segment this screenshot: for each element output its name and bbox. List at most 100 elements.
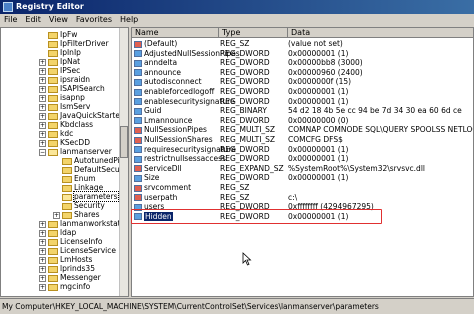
value-row[interactable]: Size REG_DWORD 0x00000001 (1) — [132, 173, 473, 182]
value-row[interactable]: users REG_DWORD 0xffffffff (4294967295) — [132, 202, 473, 211]
title-bar: Registry Editor — [0, 0, 474, 14]
value-row[interactable]: srvcomment REG_SZ — [132, 183, 473, 192]
expand-icon[interactable]: + — [39, 247, 46, 255]
expand-icon[interactable]: + — [39, 229, 46, 237]
value-row[interactable]: anndelta REG_DWORD 0x00000bb8 (3000) — [132, 58, 473, 67]
binary-value-icon — [134, 50, 142, 58]
scrollbar-thumb[interactable] — [120, 126, 128, 158]
collapse-icon[interactable]: − — [39, 148, 46, 156]
tree-item[interactable]: + IPSec — [39, 66, 80, 75]
tree-item[interactable]: Linkage — [53, 183, 103, 192]
tree-item[interactable]: + KSecDD — [39, 138, 90, 147]
value-row[interactable]: restrictnullsessaccess REG_DWORD 0x0000000… — [132, 154, 473, 163]
expand-icon[interactable]: + — [39, 265, 46, 273]
tree-item[interactable]: + ldap — [39, 228, 76, 237]
tree-item[interactable]: IpFilterDriver — [39, 39, 109, 48]
expand-icon[interactable]: + — [39, 283, 46, 291]
value-name: srvcomment — [144, 183, 192, 192]
expand-icon[interactable]: + — [39, 103, 46, 111]
tree-scrollbar[interactable] — [119, 28, 128, 296]
value-row[interactable]: NullSessionShares REG_MULTI_SZ COMCFG DFS$ — [132, 135, 473, 144]
value-data: (value not set) — [288, 39, 343, 48]
value-row[interactable]: ServiceDll REG_EXPAND_SZ %SystemRoot%\Syst… — [132, 164, 473, 173]
menu-edit[interactable]: Edit — [21, 14, 45, 26]
tree-item[interactable]: + IpNat — [39, 57, 80, 66]
tree-item[interactable]: + ISAPISearch — [39, 84, 105, 93]
menu-favorites[interactable]: Favorites — [72, 14, 116, 26]
tree-item[interactable]: Security — [53, 201, 105, 210]
menu-help[interactable]: Help — [116, 14, 142, 26]
tree-item-label: isapnp — [60, 93, 85, 102]
value-name: enableforcedlogoff — [144, 87, 215, 96]
tree-item[interactable]: − lanmanserver — [39, 147, 112, 156]
column-header-data[interactable]: Data — [288, 28, 473, 38]
expand-icon[interactable]: + — [39, 139, 46, 147]
expand-icon[interactable]: + — [39, 130, 46, 138]
tree-item[interactable]: + lprinds35 — [39, 264, 95, 273]
expand-icon[interactable]: + — [39, 238, 46, 246]
menu-file[interactable]: File — [0, 14, 21, 26]
expand-icon[interactable]: + — [39, 85, 46, 93]
value-row[interactable]: requiresecuritysignature REG_DWORD 0x00000… — [132, 145, 473, 154]
menu-view[interactable]: View — [45, 14, 72, 26]
expand-icon[interactable]: + — [39, 112, 46, 120]
expand-icon[interactable]: + — [39, 67, 46, 75]
value-type: REG_SZ — [220, 192, 250, 202]
tree-item[interactable]: + LicenseInfo — [39, 237, 102, 246]
expand-icon[interactable]: + — [39, 76, 46, 84]
value-name-cell: userpath — [134, 193, 218, 202]
value-row[interactable]: userpath REG_SZ c:\ — [132, 193, 473, 202]
key-tree-pane[interactable]: IpFw IpFilterDriver IpInIp + IpNat + IPSec + ips… — [0, 27, 129, 297]
tree-item[interactable]: + Kbdclass — [39, 120, 93, 129]
value-type: REG_DWORD — [220, 77, 270, 87]
expand-icon[interactable]: + — [39, 274, 46, 282]
value-row[interactable]: (Default) REG_SZ (value not set) — [132, 39, 473, 48]
tree-item[interactable]: + ipsraidn — [39, 75, 90, 84]
value-row[interactable]: announce REG_DWORD 0x00000960 (2400) — [132, 68, 473, 77]
tree-item-label: lanmanworkstati — [60, 219, 123, 228]
expand-icon[interactable]: + — [39, 256, 46, 264]
folder-icon — [48, 220, 58, 228]
value-row[interactable]: enableforcedlogoff REG_DWORD 0x00000001 (1… — [132, 87, 473, 96]
expand-icon[interactable]: + — [39, 121, 46, 129]
tree-item[interactable]: + LmHosts — [39, 255, 92, 264]
tree-item-label: LicenseInfo — [60, 237, 103, 246]
expand-icon[interactable]: + — [53, 211, 60, 219]
tree-item[interactable]: parameters — [53, 191, 119, 202]
expand-icon[interactable]: + — [39, 58, 46, 66]
value-name: userpath — [144, 192, 178, 202]
tree-item[interactable]: + JavaQuickStarte — [39, 111, 120, 120]
tree-item[interactable]: + isapnp — [39, 93, 85, 102]
value-row[interactable]: autodisconnect REG_DWORD 0x0000000f (15) — [132, 77, 473, 86]
tree-item[interactable]: IpFw — [39, 30, 77, 39]
tree-item[interactable]: + Messenger — [39, 273, 101, 282]
value-row[interactable]: AdjustedNullSessionPipes REG_DWORD 0x00000… — [132, 49, 473, 58]
tree-item[interactable]: + mgcinfo — [39, 282, 90, 291]
tree-item[interactable]: DefaultSecur — [53, 165, 123, 174]
expand-icon[interactable]: + — [39, 220, 46, 228]
tree-item[interactable]: + kdc — [39, 129, 73, 138]
value-name-cell: srvcomment — [134, 183, 218, 192]
tree-item[interactable]: + LicenseService — [39, 246, 116, 255]
value-type: REG_DWORD — [220, 87, 270, 96]
value-row[interactable]: Guid REG_BINARY 54 d2 18 4b 5e cc 94 be 7d… — [132, 106, 473, 115]
tree-item[interactable]: IpInIp — [39, 48, 81, 57]
values-list-pane[interactable]: Name Type Data (Default) REG_SZ (value not… — [131, 27, 474, 297]
column-header-type[interactable]: Type — [219, 28, 288, 38]
tree-item[interactable]: + lanmanworkstati — [39, 219, 123, 228]
tree-item[interactable]: + Shares — [53, 210, 100, 219]
value-row[interactable]: Hidden REG_DWORD 0x00000001 (1) — [132, 211, 473, 221]
tree-item[interactable]: Enum — [53, 174, 96, 183]
value-row[interactable]: Lmannounce REG_DWORD 0x00000000 (0) — [132, 116, 473, 125]
value-name: users — [144, 202, 165, 212]
tree-item[interactable]: + IsmServ — [39, 102, 90, 111]
value-row[interactable]: enablesecuritysignature REG_DWORD 0x000000… — [132, 97, 473, 106]
value-row[interactable]: NullSessionPipes REG_MULTI_SZ COMNAP COMNO… — [132, 125, 473, 134]
tree-item-label: ISAPISearch — [60, 84, 105, 93]
folder-open-icon — [48, 148, 58, 156]
value-data: 0x00000001 (1) — [288, 48, 349, 58]
column-header-name[interactable]: Name — [132, 28, 219, 38]
value-data: 0xffffffff (4294967295) — [288, 202, 374, 212]
expand-icon[interactable]: + — [39, 94, 46, 102]
tree-item[interactable]: AutotunedPi — [53, 156, 120, 165]
